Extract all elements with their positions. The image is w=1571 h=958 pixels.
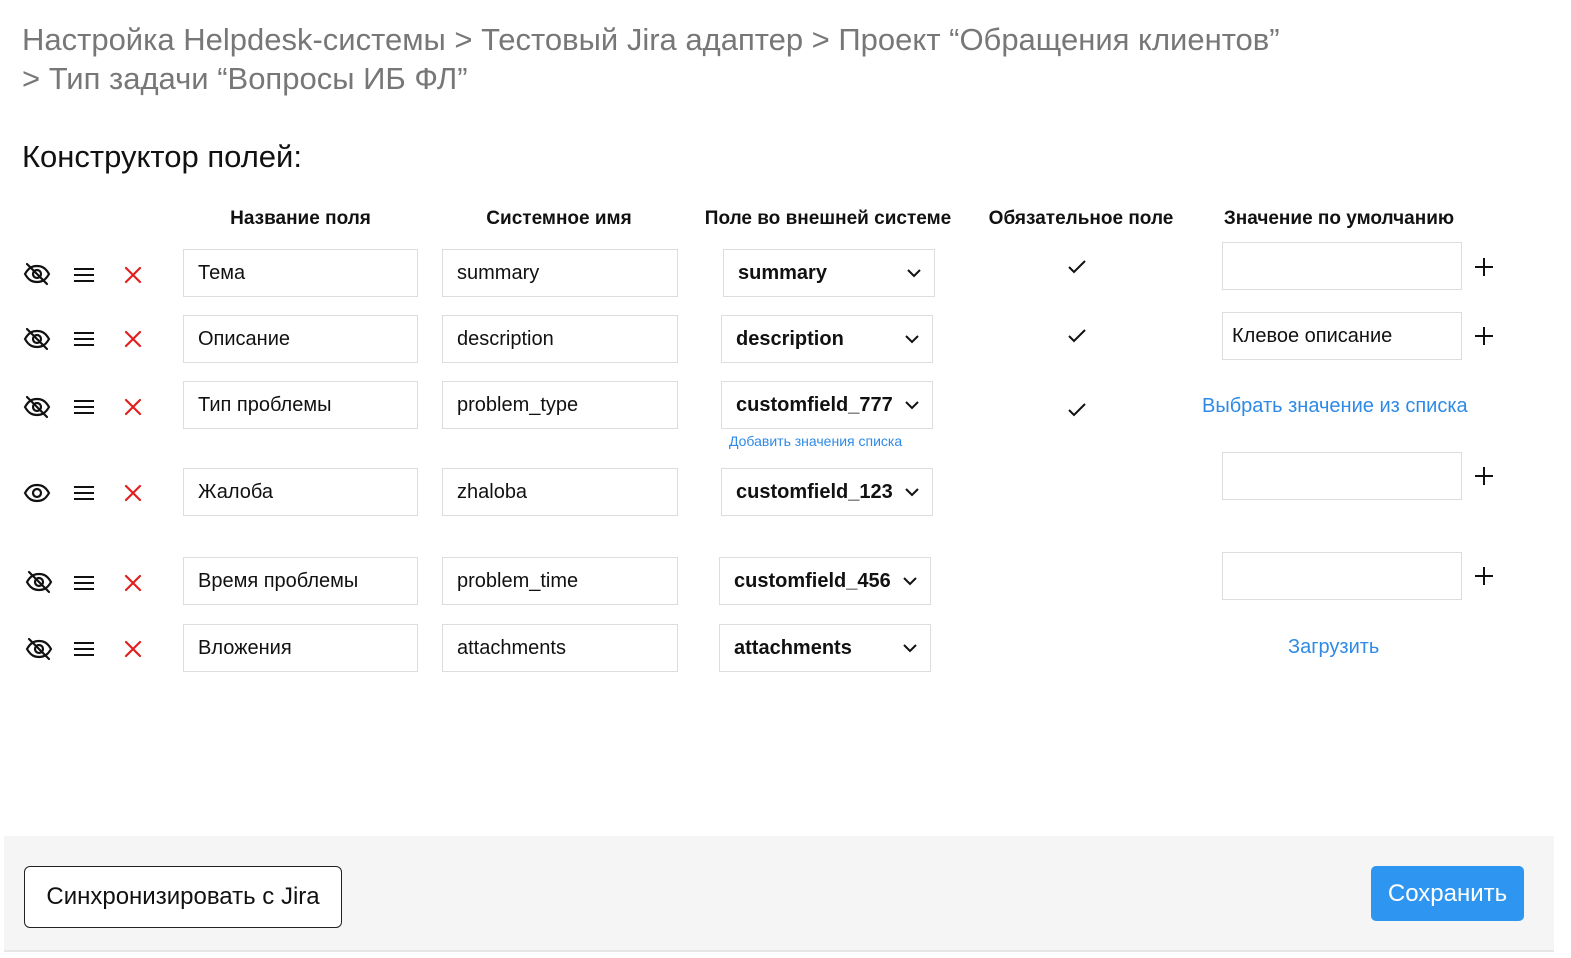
column-header-external-field: Поле во внешней системе	[704, 208, 952, 229]
section-title: Конструктор полей:	[22, 139, 302, 174]
chevron-down-icon	[907, 269, 921, 278]
external-field-value: customfield_456	[734, 569, 891, 592]
eye-icon[interactable]	[20, 476, 54, 510]
chevron-down-icon	[905, 488, 919, 497]
default-value-input[interactable]: Клевое описание	[1222, 312, 1462, 360]
chevron-down-icon	[903, 577, 917, 586]
sync-with-jira-button[interactable]: Синхронизировать с Jira	[24, 866, 342, 928]
delete-icon[interactable]	[116, 632, 150, 666]
system-name-input[interactable]: summary	[442, 249, 678, 297]
default-value-input[interactable]	[1222, 242, 1462, 290]
plus-icon[interactable]	[1471, 254, 1497, 280]
checkmark-icon[interactable]	[1066, 256, 1088, 278]
external-field-select[interactable]: customfield_123	[721, 468, 933, 516]
system-name-input[interactable]: zhaloba	[442, 468, 678, 516]
delete-icon[interactable]	[116, 322, 150, 356]
delete-icon[interactable]	[116, 390, 150, 424]
delete-icon[interactable]	[116, 566, 150, 600]
default-value-input[interactable]	[1222, 452, 1462, 500]
upload-link[interactable]: Загрузить	[1288, 636, 1379, 659]
system-name-input[interactable]: attachments	[442, 624, 678, 672]
drag-handle-icon[interactable]	[67, 566, 101, 600]
eye-off-icon[interactable]	[22, 632, 56, 666]
drag-handle-icon[interactable]	[67, 390, 101, 424]
field-constructor-page: Настройка Helpdesk-системы > Тестовый Ji…	[0, 0, 1571, 958]
system-name-input[interactable]: description	[442, 315, 678, 363]
column-header-default-value: Значение по умолчанию	[1223, 208, 1455, 229]
breadcrumb-line-2[interactable]: > Тип задачи “Вопросы ИБ ФЛ”	[22, 59, 1442, 98]
field-name-input[interactable]: Жалоба	[183, 468, 418, 516]
external-field-value: summary	[738, 261, 827, 284]
add-list-values-link[interactable]: Добавить значения списка	[729, 433, 902, 449]
system-name-input[interactable]: problem_type	[442, 381, 678, 429]
eye-off-icon[interactable]	[20, 322, 54, 356]
plus-icon[interactable]	[1471, 323, 1497, 349]
column-header-field-name: Название поля	[230, 208, 371, 229]
external-field-value: customfield_123	[736, 480, 893, 503]
delete-icon[interactable]	[116, 258, 150, 292]
checkmark-icon[interactable]	[1066, 325, 1088, 347]
field-name-input[interactable]: Вложения	[183, 624, 418, 672]
field-name-input[interactable]: Тема	[183, 249, 418, 297]
eye-off-icon[interactable]	[22, 565, 56, 599]
field-name-input[interactable]: Тип проблемы	[183, 381, 418, 429]
external-field-select[interactable]: description	[721, 315, 933, 363]
save-button[interactable]: Сохранить	[1371, 866, 1524, 921]
chevron-down-icon	[903, 644, 917, 653]
select-from-list-link[interactable]: Выбрать значение из списка	[1202, 395, 1468, 418]
eye-off-icon[interactable]	[20, 257, 54, 291]
breadcrumb-line-1[interactable]: Настройка Helpdesk-системы > Тестовый Ji…	[22, 20, 1442, 59]
eye-off-icon[interactable]	[20, 390, 54, 424]
external-field-select[interactable]: attachments	[719, 624, 931, 672]
external-field-value: customfield_777	[736, 393, 893, 416]
drag-handle-icon[interactable]	[67, 258, 101, 292]
chevron-down-icon	[905, 335, 919, 344]
field-name-input[interactable]: Время проблемы	[183, 557, 418, 605]
external-field-select[interactable]: customfield_456	[719, 557, 931, 605]
chevron-down-icon	[905, 401, 919, 410]
default-value-input[interactable]	[1222, 552, 1462, 600]
external-field-value: description	[736, 327, 844, 350]
drag-handle-icon[interactable]	[67, 322, 101, 356]
column-header-system-name: Системное имя	[486, 208, 632, 229]
external-field-select[interactable]: customfield_777	[721, 381, 933, 429]
checkmark-icon[interactable]	[1066, 399, 1088, 421]
plus-icon[interactable]	[1471, 563, 1497, 589]
external-field-select[interactable]: summary	[723, 249, 935, 297]
plus-icon[interactable]	[1471, 463, 1497, 489]
system-name-input[interactable]: problem_time	[442, 557, 678, 605]
drag-handle-icon[interactable]	[67, 632, 101, 666]
external-field-value: attachments	[734, 636, 852, 659]
delete-icon[interactable]	[116, 476, 150, 510]
drag-handle-icon[interactable]	[67, 476, 101, 510]
breadcrumb: Настройка Helpdesk-системы > Тестовый Ji…	[22, 20, 1442, 98]
field-name-input[interactable]: Описание	[183, 315, 418, 363]
column-header-required: Обязательное поле	[988, 208, 1174, 229]
